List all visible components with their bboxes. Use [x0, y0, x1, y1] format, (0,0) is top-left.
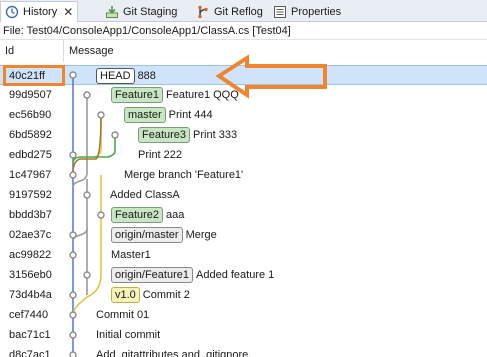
commit-node[interactable]: [69, 331, 77, 339]
commit-node[interactable]: [69, 231, 77, 239]
annotation-highlight-box: [3, 65, 65, 86]
commit-node[interactable]: [83, 271, 91, 279]
commit-node[interactable]: [83, 91, 91, 99]
commit-node[interactable]: [69, 151, 77, 159]
commit-graph: [69, 71, 119, 357]
commit-node[interactable]: [69, 291, 77, 299]
commit-node[interactable]: [69, 251, 77, 259]
commit-node[interactable]: [69, 311, 77, 319]
commit-node[interactable]: [69, 71, 77, 79]
commit-node[interactable]: [69, 171, 77, 179]
commit-node[interactable]: [97, 111, 105, 119]
commit-node[interactable]: [69, 351, 77, 357]
commit-node[interactable]: [97, 211, 105, 219]
commit-node[interactable]: [83, 191, 91, 199]
commit-node[interactable]: [111, 131, 119, 139]
